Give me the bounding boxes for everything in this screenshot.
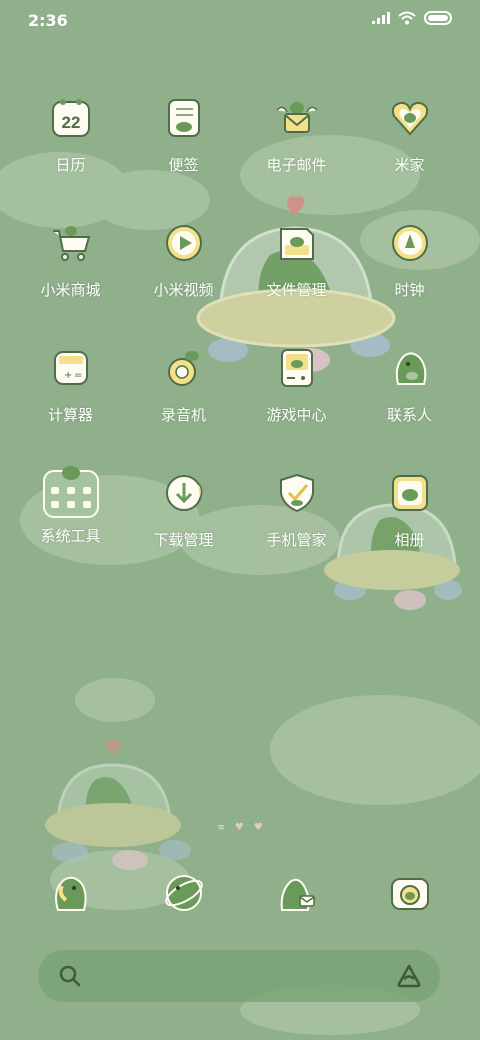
app-label: 联系人	[386, 406, 432, 424]
app-email[interactable]: 电子邮件	[240, 92, 353, 217]
page-indicator[interactable]: ≡ ♥ ♥	[0, 822, 480, 833]
search-bar[interactable]	[38, 950, 440, 1002]
battery-icon	[424, 11, 452, 25]
phone-icon	[46, 868, 96, 918]
email-icon	[273, 94, 321, 142]
shopping-cart-icon	[47, 219, 95, 267]
messages-icon	[272, 868, 322, 918]
app-calculator[interactable]: + = 计算器	[14, 342, 127, 467]
app-label: 时钟	[394, 281, 425, 299]
camera-icon	[385, 868, 435, 918]
app-security[interactable]: 手机管家	[240, 467, 353, 592]
signal-icon	[372, 12, 390, 24]
system-tools-folder-icon	[42, 461, 100, 519]
app-clock[interactable]: 时钟	[353, 217, 466, 342]
heart-dot-icon: ♥	[234, 822, 244, 833]
security-shield-icon	[273, 469, 321, 517]
app-mi-store[interactable]: 小米商城	[14, 217, 127, 342]
page-dot-current: ≡	[217, 822, 225, 833]
dock-phone[interactable]	[14, 866, 127, 918]
app-mi-video[interactable]: 小米视频	[127, 217, 240, 342]
app-notes[interactable]: 便签	[127, 92, 240, 217]
dock-messages[interactable]	[240, 866, 353, 918]
app-label: 文件管理	[266, 281, 327, 299]
app-label: 日历	[55, 156, 86, 174]
app-label: 下载管理	[153, 531, 214, 549]
download-icon	[160, 469, 208, 517]
dock-browser[interactable]	[127, 866, 240, 918]
recorder-icon	[160, 344, 208, 392]
status-bar: 2:36	[0, 0, 480, 42]
svg-text:22: 22	[61, 113, 80, 132]
app-label: 小米视频	[153, 281, 214, 299]
folder-icon	[273, 219, 321, 267]
calculator-icon: + =	[47, 344, 95, 392]
svg-text:+: +	[64, 370, 72, 381]
svg-text:=: =	[74, 370, 82, 381]
mijia-icon	[386, 94, 434, 142]
app-calendar[interactable]: 22 日历	[14, 92, 127, 217]
app-contacts[interactable]: 联系人	[353, 342, 466, 467]
app-mijia[interactable]: 米家	[353, 92, 466, 217]
status-time: 2:36	[28, 11, 68, 30]
app-label: 米家	[394, 156, 425, 174]
app-label: 小米商城	[40, 281, 101, 299]
search-icon	[59, 965, 81, 987]
calendar-icon: 22	[47, 94, 95, 142]
assistant-icon[interactable]	[396, 963, 422, 989]
app-label: 系统工具	[40, 527, 101, 545]
browser-icon	[159, 868, 209, 918]
app-grid: 22 日历 便签 电子邮件 米家 小米商城 小米视频 文件管理 时钟 + = 计…	[14, 92, 466, 592]
clock-icon	[386, 219, 434, 267]
app-label: 便签	[168, 156, 199, 174]
wifi-icon	[398, 11, 416, 25]
video-icon	[160, 219, 208, 267]
app-label: 电子邮件	[266, 156, 327, 174]
contacts-icon	[386, 344, 434, 392]
app-label: 计算器	[47, 406, 93, 424]
heart-dot-icon: ♥	[253, 822, 263, 833]
app-label: 游戏中心	[266, 406, 327, 424]
app-file-manager[interactable]: 文件管理	[240, 217, 353, 342]
gallery-icon	[386, 469, 434, 517]
app-download-manager[interactable]: 下载管理	[127, 467, 240, 592]
app-recorder[interactable]: 录音机	[127, 342, 240, 467]
notes-icon	[160, 94, 208, 142]
app-label: 录音机	[160, 406, 206, 424]
app-system-tools-folder[interactable]: 系统工具	[14, 466, 127, 592]
app-game-center[interactable]: 游戏中心	[240, 342, 353, 467]
app-label: 相册	[394, 531, 425, 549]
game-center-icon	[273, 344, 321, 392]
dock	[14, 866, 466, 918]
app-label: 手机管家	[266, 531, 327, 549]
dock-camera[interactable]	[353, 866, 466, 918]
app-gallery[interactable]: 相册	[353, 467, 466, 592]
